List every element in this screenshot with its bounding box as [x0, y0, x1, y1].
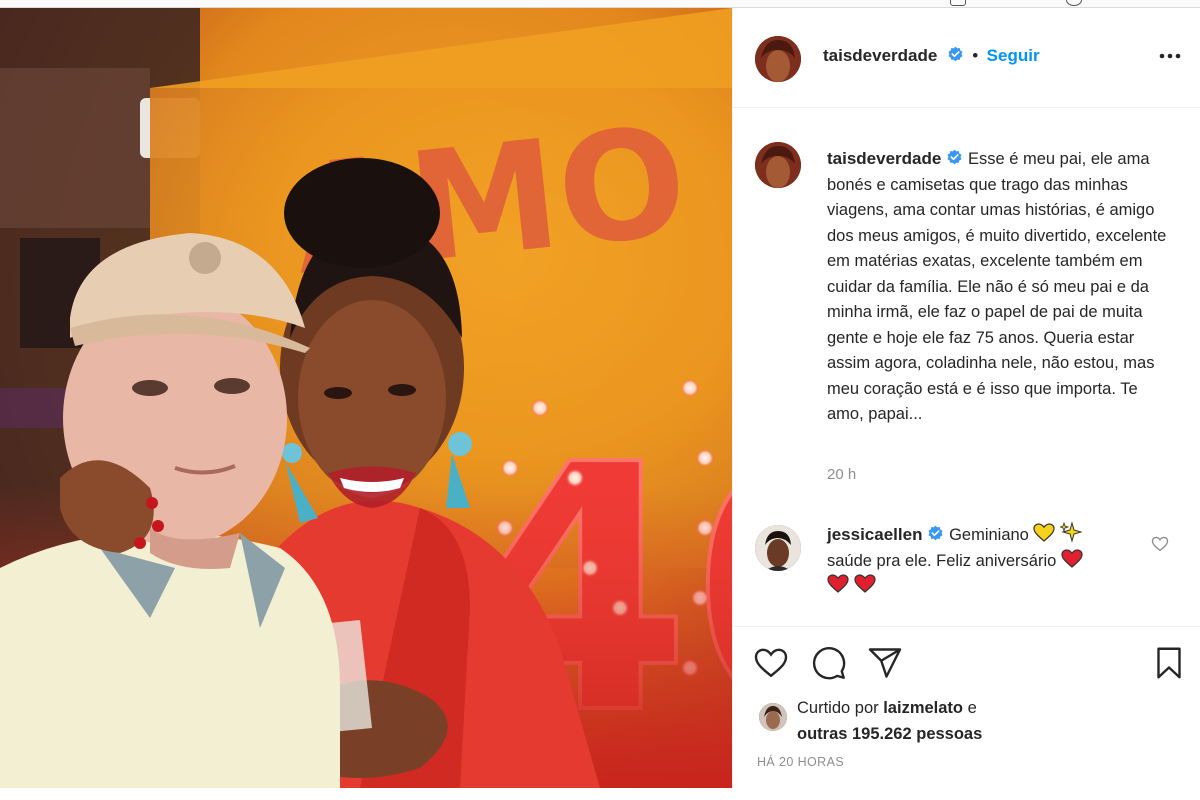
- more-options-icon[interactable]: [1157, 46, 1183, 66]
- commenter-avatar[interactable]: [755, 525, 801, 571]
- follow-button[interactable]: Seguir: [987, 46, 1040, 65]
- comment-like-heart-icon[interactable]: [1151, 535, 1169, 553]
- comment-text-2: saúde pra ele. Feliz aniversário: [827, 551, 1057, 570]
- yellow-heart-emoji-icon: [1033, 523, 1056, 542]
- post-caption: taisdeverdade Esse é meu pai, ele ama bo…: [733, 118, 1200, 518]
- caption-text-block: taisdeverdade Esse é meu pai, ele ama bo…: [827, 146, 1177, 428]
- browser-icon: [950, 0, 966, 6]
- heart-outline-icon[interactable]: [753, 645, 789, 681]
- comment-icon[interactable]: [811, 645, 847, 681]
- caption-text: Esse é meu pai, ele ama bonés e camiseta…: [827, 150, 1167, 423]
- red-heart-emoji-icon: [827, 574, 849, 593]
- red-heart-emoji-icon: [1061, 548, 1083, 568]
- avatar-image: [755, 525, 801, 571]
- paper-plane-icon[interactable]: [867, 645, 903, 681]
- comment-item: jessicaellen Geminiano saúde pra ele. Fe…: [733, 513, 1200, 623]
- browser-icon: [1066, 0, 1082, 6]
- likes-prefix: Curtido por: [797, 699, 879, 717]
- likes-conjunction: e: [967, 699, 977, 717]
- bookmark-icon[interactable]: [1151, 645, 1187, 681]
- likes-others-link[interactable]: outras 195.262 pessoas: [797, 725, 982, 743]
- comment-text-block: jessicaellen Geminiano saúde pra ele. Fe…: [827, 521, 1147, 600]
- photo-illustration: AMO 40: [0, 8, 732, 788]
- verified-badge-icon: [948, 46, 963, 62]
- post-timestamp[interactable]: HÁ 20 HORAS: [757, 755, 844, 769]
- comment-text-1: Geminiano: [949, 526, 1029, 544]
- avatar-image: [759, 703, 787, 731]
- post-header: taisdeverdade • Seguir: [733, 8, 1200, 108]
- liker-avatar[interactable]: [759, 703, 787, 731]
- post-photo: AMO 40: [0, 8, 732, 788]
- avatar-image: [755, 142, 801, 188]
- red-heart-emoji-icon: [853, 574, 876, 593]
- verified-badge-icon: [947, 149, 962, 165]
- author-line: taisdeverdade • Seguir: [823, 46, 1040, 66]
- caption-username[interactable]: taisdeverdade: [827, 149, 941, 168]
- author-avatar[interactable]: [755, 36, 801, 82]
- liker-username[interactable]: laizmelato: [883, 699, 963, 717]
- caption-author-avatar[interactable]: [755, 142, 801, 188]
- sparkles-emoji-icon: [1060, 521, 1083, 543]
- caption-timestamp[interactable]: 20 h: [827, 466, 856, 483]
- likes-summary: Curtido por laizmelato e outras 195.262 …: [797, 695, 1097, 747]
- verified-badge-icon: [928, 525, 943, 541]
- separator-dot: •: [972, 46, 979, 65]
- browser-top-strip: [0, 0, 1200, 8]
- instagram-post: AMO 40: [0, 8, 1200, 788]
- post-actions: Curtido por laizmelato e outras 195.262 …: [733, 626, 1200, 788]
- author-username[interactable]: taisdeverdade: [823, 46, 937, 65]
- avatar-image: [755, 36, 801, 82]
- commenter-username[interactable]: jessicaellen: [827, 525, 922, 544]
- post-details-panel: taisdeverdade • Seguir taisdeverdade Ess…: [732, 8, 1200, 788]
